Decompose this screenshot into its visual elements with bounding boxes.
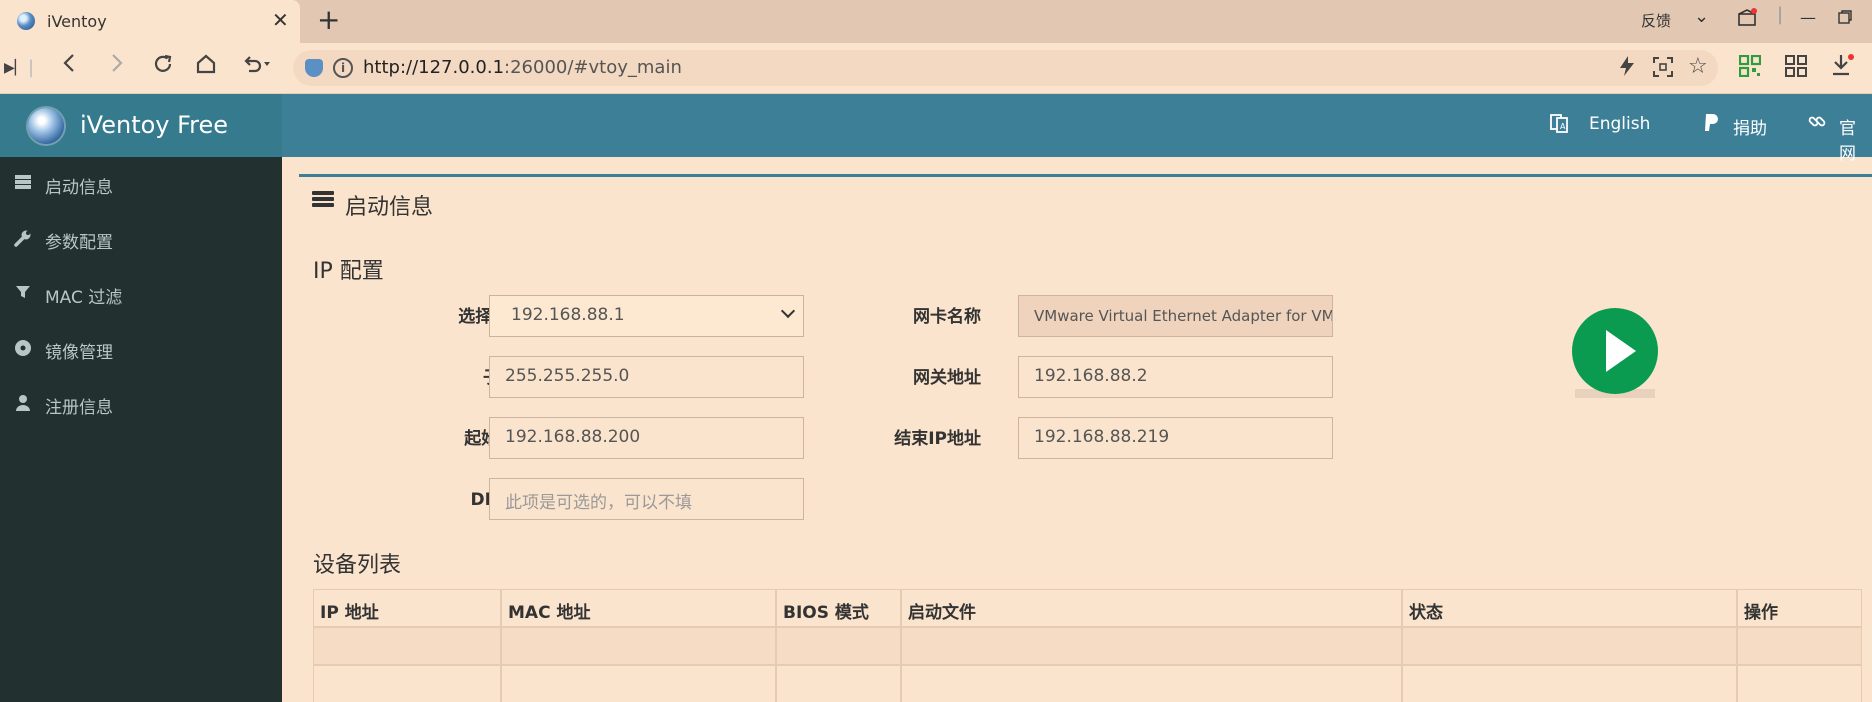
start-service-button[interactable] [1572,308,1658,394]
nic-name-field: VMware Virtual Ethernet Adapter for VMne… [1018,295,1333,337]
sidebar-item-registration[interactable]: 注册信息 [0,377,282,432]
language-link[interactable]: English [1589,114,1650,134]
download-icon[interactable] [1831,53,1855,84]
sidebar-item-label: MAC 过滤 [45,288,123,308]
sidebar-item-image-management[interactable]: 镜像管理 [0,322,282,377]
sidebar-item-label: 参数配置 [45,233,113,253]
end-ip-label: 结束IP地址 [894,429,981,449]
feedback-button[interactable]: 反馈 [1641,10,1671,31]
restore-icon[interactable] [1838,10,1852,28]
brand-header: iVentoy Free [0,94,282,157]
iventoy-favicon-icon [17,12,35,30]
browser-tab[interactable]: iVentoy ✕ [0,0,300,43]
home-icon[interactable] [195,53,217,82]
end-ip-input[interactable]: 192.168.88.219 [1018,417,1333,459]
url-host: http://127.0.0.1 [363,57,505,78]
sidebar-item-label: 注册信息 [45,398,113,418]
column-header-boot-file[interactable]: 启动文件 [901,589,1402,627]
table-cell [776,627,901,665]
subnet-mask-input[interactable]: 255.255.255.0 [489,356,804,398]
table-cell [901,665,1402,702]
tab-title: iVentoy [47,12,107,31]
sidebar-menu: 启动信息 参数配置 MAC 过滤 镜像管理 注册信息 [0,157,282,702]
url-text[interactable]: http://127.0.0.1:26000/#vtoy_main [363,57,682,78]
dns-placeholder: 此项是可选的，可以不填 [505,493,692,513]
ip-config-heading: IP 配置 [313,259,384,284]
table-header-row: IP 地址 MAC 地址 BIOS 模式 启动文件 状态 操作 [313,589,1862,627]
column-header-status[interactable]: 状态 [1402,589,1737,627]
sidebar-item-boot-info[interactable]: 启动信息 [0,157,282,212]
table-cell [1737,665,1862,702]
table-row [313,627,1862,665]
table-cell [313,627,501,665]
shield-icon [305,59,323,77]
gateway-input[interactable]: 192.168.88.2 [1018,356,1333,398]
back-icon[interactable] [62,53,78,80]
address-bar[interactable]: i http://127.0.0.1:26000/#vtoy_main ☆ [293,50,1718,86]
donate-link[interactable]: 捐助 [1733,114,1767,139]
qr-code-icon[interactable] [1738,54,1762,84]
table-row [313,665,1862,702]
user-icon [14,394,32,412]
browser-toolbar: ▶▏ | i http://127.0.0.1:26000/#vtoy_main… [0,43,1872,94]
table-cell [1737,627,1862,665]
nic-name-label: 网卡名称 [913,307,981,327]
local-ip-value: 192.168.88.1 [511,305,625,325]
dns-input[interactable]: 此项是可选的，可以不填 [489,478,804,520]
link-icon[interactable] [1808,113,1826,136]
sidebar-toggle-icon[interactable]: ▶▏ [4,55,26,81]
sidebar-item-label: 镜像管理 [45,343,113,363]
svg-text:A: A [1560,122,1566,131]
table-cell [1402,665,1737,702]
device-list-heading: 设备列表 [313,553,402,578]
boot-info-panel: 启动信息 IP 配置 选择本机 IP 192.168.88.1 网卡名称 VMw… [299,174,1872,702]
column-header-bios[interactable]: BIOS 模式 [776,589,901,627]
language-icon[interactable]: A [1550,113,1568,138]
filter-icon [14,284,32,302]
sidebar-item-label: 启动信息 [45,178,113,198]
sidebar-item-mac-filter[interactable]: MAC 过滤 [0,267,282,322]
column-header-ip[interactable]: IP 地址 [313,589,501,627]
url-path: :26000/#vtoy_main [504,57,682,78]
toolbar-divider: | [28,57,35,78]
apps-grid-icon[interactable] [1785,55,1807,84]
gift-icon[interactable] [1737,8,1757,30]
table-cell [901,627,1402,665]
iventoy-logo-icon [28,108,64,144]
gateway-label: 网关地址 [913,368,981,388]
close-tab-icon[interactable]: ✕ [272,9,289,31]
brand-name[interactable]: iVentoy Free [80,111,228,139]
local-ip-select[interactable]: 192.168.88.1 [489,295,804,337]
table-cell [1402,627,1737,665]
undo-icon[interactable] [241,53,271,82]
divider: | [1777,4,1784,25]
official-site-link[interactable]: 官网 [1839,114,1872,164]
table-cell [501,665,776,702]
table-cell [776,665,901,702]
server-icon [312,191,334,209]
paypal-icon[interactable] [1703,113,1719,138]
table-cell [313,665,501,702]
table-cell [501,627,776,665]
info-icon[interactable]: i [333,58,353,78]
sidebar-item-config[interactable]: 参数配置 [0,212,282,267]
lightning-icon[interactable] [1618,55,1636,82]
server-icon [14,174,32,192]
star-icon[interactable]: ☆ [1688,54,1708,79]
reload-icon[interactable] [152,53,174,82]
forward-icon[interactable] [108,53,124,80]
screenshot-icon[interactable] [1653,57,1673,82]
new-tab-icon[interactable]: + [317,6,340,34]
column-header-actions[interactable]: 操作 [1737,589,1862,627]
start-ip-input[interactable]: 192.168.88.200 [489,417,804,459]
disc-icon [14,339,32,357]
wrench-icon [14,229,32,247]
panel-title: 启动信息 [345,195,434,220]
top-navbar: A English 捐助 官网 [282,94,1872,164]
browser-tab-strip: iVentoy ✕ + 反馈 ⌄ | — [0,0,1872,43]
column-header-mac[interactable]: MAC 地址 [501,589,776,627]
minimize-icon[interactable]: — [1800,8,1816,27]
tab-list-chevron-icon[interactable]: ⌄ [1694,6,1709,27]
